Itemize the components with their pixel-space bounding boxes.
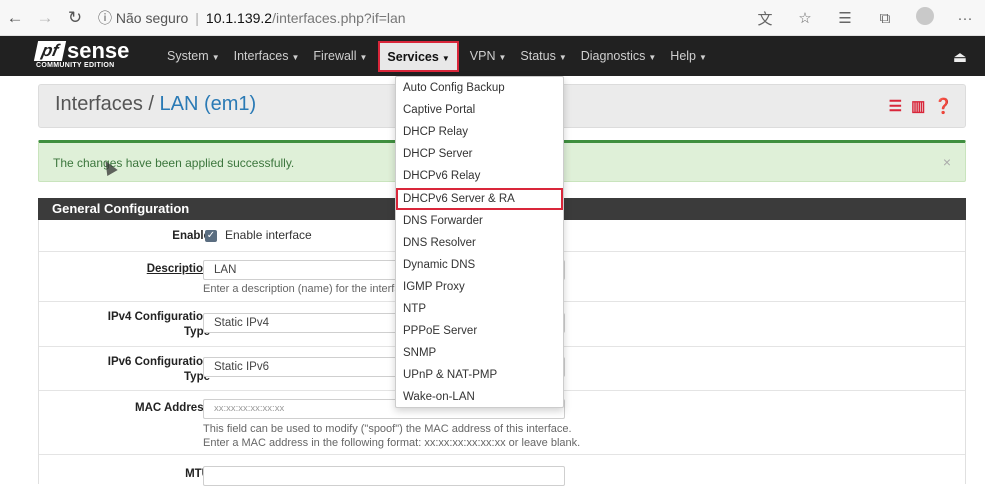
menu-item-dhcp-server[interactable]: DHCP Server — [396, 143, 563, 165]
refresh-icon[interactable]: ↻ — [60, 8, 90, 28]
menu-item-dhcp-relay[interactable]: DHCP Relay — [396, 121, 563, 143]
menu-item-upnp-nat-pmp[interactable]: UPnP & NAT-PMP — [396, 364, 563, 386]
menu-item-dynamic-dns[interactable]: Dynamic DNS — [396, 254, 563, 276]
star-icon[interactable]: ☆ — [785, 9, 825, 27]
translate-icon[interactable]: 文 — [745, 8, 785, 29]
forward-icon[interactable]: → — [30, 8, 60, 28]
sliders-icon[interactable]: ☰ — [889, 97, 902, 115]
title-prefix: Interfaces / — [55, 93, 154, 115]
browser-actions: 文 ☆ ☰ ⧉ ··· — [745, 0, 985, 36]
menu-firewall[interactable]: Firewall ▼ — [306, 36, 374, 76]
enable-checkbox-label[interactable]: Enable interface — [225, 228, 312, 242]
header-actions: ☰ ▥ ❓ — [889, 97, 953, 115]
caret-down-icon: ▼ — [699, 53, 707, 62]
menu-vpn-label: VPN — [469, 49, 496, 63]
mtu-input[interactable] — [203, 466, 565, 486]
menu-item-dhcpv6-relay[interactable]: DHCPv6 Relay — [396, 165, 563, 187]
logout-icon[interactable]: ⏏ — [953, 48, 967, 66]
menu-diagnostics[interactable]: Diagnostics ▼ — [574, 36, 664, 76]
logo-mark: pf — [33, 41, 67, 61]
more-icon[interactable]: ··· — [945, 10, 985, 27]
top-navbar: pf sense COMMUNITY EDITION System ▼ Inter… — [0, 36, 985, 76]
menu-status-label: Status — [520, 49, 556, 63]
menu-item-igmp-proxy[interactable]: IGMP Proxy — [396, 276, 563, 298]
page-title: Interfaces / LAN (em1) — [55, 93, 256, 116]
menu-services[interactable]: Services ▼ — [378, 40, 459, 72]
back-icon[interactable]: ← — [0, 8, 30, 28]
menu-item-captive-portal[interactable]: Captive Portal — [396, 99, 563, 121]
profile-icon[interactable] — [905, 7, 945, 29]
favorites-icon[interactable]: ☰ — [825, 9, 865, 27]
menu-item-dhcpv6-server-ra[interactable]: DHCPv6 Server & RA — [396, 188, 563, 210]
logo-edition: COMMUNITY EDITION — [36, 62, 115, 69]
menu-item-dns-forwarder[interactable]: DNS Forwarder — [396, 210, 563, 232]
services-dropdown: Auto Config Backup Captive Portal DHCP R… — [395, 76, 564, 408]
caret-down-icon: ▼ — [498, 53, 507, 62]
caret-down-icon: ▼ — [291, 53, 300, 62]
browser-toolbar: ← → ↻ ⓘ Não seguro | 10.1.139.2/interfac… — [0, 0, 985, 36]
menu-item-dns-resolver[interactable]: DNS Resolver — [396, 232, 563, 254]
mac-help-line-2: Enter a MAC address in the following for… — [203, 437, 581, 449]
logo-word: sense — [67, 38, 130, 63]
info-icon[interactable]: ⓘ — [98, 8, 112, 28]
security-status: Não seguro — [115, 9, 189, 26]
menu-item-ntp[interactable]: NTP — [396, 298, 563, 320]
menu-help[interactable]: Help ▼ — [663, 36, 714, 76]
alert-message: The changes have been applied successful… — [53, 156, 295, 170]
menu-help-label: Help — [670, 49, 697, 63]
address-separator: | — [195, 9, 199, 26]
menu-diagnostics-label: Diagnostics — [580, 49, 646, 63]
menu-firewall-label: Firewall — [313, 49, 357, 63]
mac-address-label: MAC Address — [135, 402, 210, 414]
caret-down-icon: ▼ — [211, 53, 220, 62]
ipv6-type-label: IPv6 Configuration Type — [107, 356, 210, 383]
menu-services-label: Services — [387, 49, 439, 64]
menu-interfaces-label: Interfaces — [233, 49, 289, 63]
row-mtu: MTU — [39, 455, 965, 486]
ipv4-type-label: IPv4 Configuration Type — [107, 311, 210, 338]
menu-item-snmp[interactable]: SNMP — [396, 342, 563, 364]
menu-item-wake-on-lan[interactable]: Wake-on-LAN — [396, 386, 563, 408]
caret-down-icon: ▼ — [648, 53, 657, 62]
menu-status[interactable]: Status ▼ — [513, 36, 573, 76]
menu-item-auto-config-backup[interactable]: Auto Config Backup — [396, 77, 563, 99]
collections-icon[interactable]: ⧉ — [865, 10, 905, 27]
caret-down-icon: ▼ — [558, 53, 567, 62]
help-icon[interactable]: ❓ — [934, 97, 953, 115]
menu-vpn[interactable]: VPN ▼ — [463, 36, 514, 76]
caret-down-icon: ▼ — [441, 53, 450, 63]
close-icon[interactable]: × — [943, 154, 951, 170]
mac-help-line-1: This field can be used to modify ("spoof… — [203, 423, 572, 435]
description-label[interactable]: Description — [147, 262, 210, 277]
bar-chart-icon[interactable]: ▥ — [911, 97, 925, 115]
menu-interfaces[interactable]: Interfaces ▼ — [227, 36, 307, 76]
address-host: 10.1.139.2 — [205, 9, 273, 26]
breadcrumb-lan[interactable]: LAN (em1) — [160, 93, 257, 115]
caret-down-icon: ▼ — [359, 53, 368, 62]
main-menu: System ▼ Interfaces ▼ Firewall ▼ Services ▼ … — [160, 36, 714, 76]
menu-system-label: System — [167, 49, 209, 63]
enable-checkbox[interactable]: ✓ — [205, 230, 217, 242]
pfsense-logo[interactable]: pf sense COMMUNITY EDITION — [33, 38, 146, 73]
address-path: /interfaces.php?if=lan — [272, 9, 406, 26]
menu-system[interactable]: System ▼ — [160, 36, 227, 76]
address-bar[interactable]: ⓘ Não seguro | 10.1.139.2/interfaces.php… — [98, 8, 406, 28]
menu-item-pppoe-server[interactable]: PPPoE Server — [396, 320, 563, 342]
